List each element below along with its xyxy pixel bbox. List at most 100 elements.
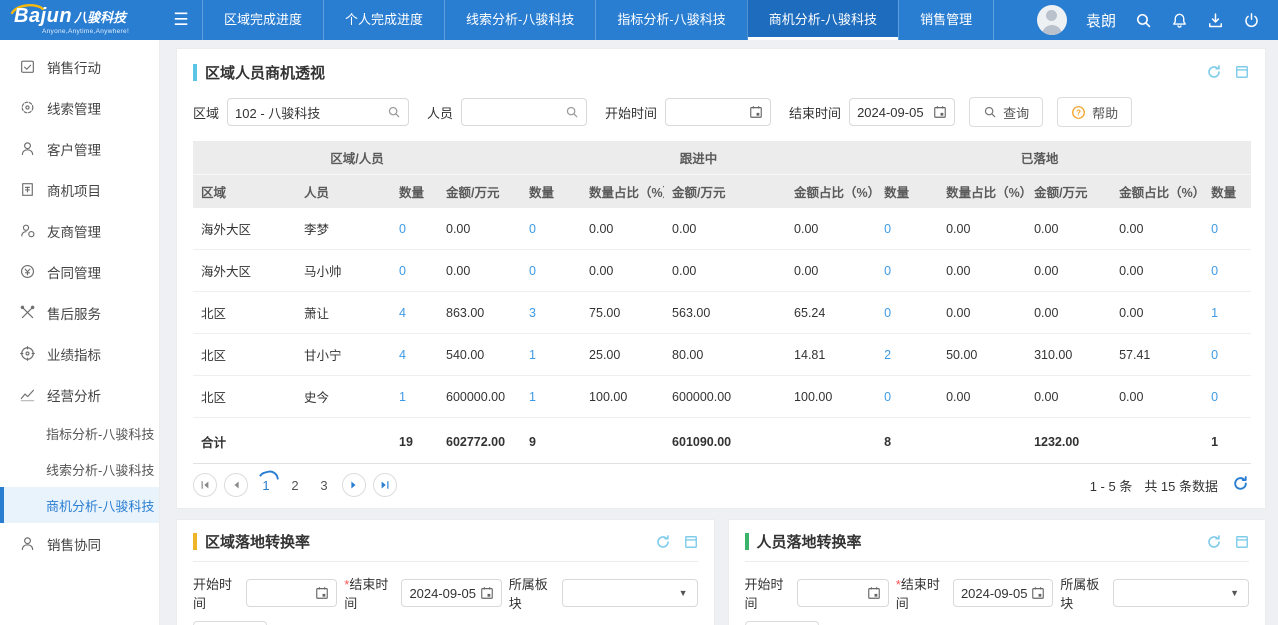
start-date-field[interactable]	[805, 586, 863, 601]
calendar-icon[interactable]	[933, 105, 947, 119]
end-date-input[interactable]	[401, 579, 501, 607]
tab-线索分析-八骏科技[interactable]: 线索分析-八骏科技	[444, 0, 595, 40]
calendar-icon[interactable]	[1031, 586, 1045, 600]
sidebar-item-售后服务[interactable]: 售后服务	[0, 292, 159, 333]
table-cell: 0.00	[438, 250, 521, 292]
count-link-cell[interactable]: 0	[391, 208, 438, 250]
sidebar-item-线索管理[interactable]: 线索管理	[0, 87, 159, 128]
next-page-button[interactable]	[342, 473, 366, 497]
start-date-field[interactable]	[254, 586, 312, 601]
search-icon[interactable]	[1135, 12, 1152, 29]
table-column-header: 金额/万元	[664, 175, 786, 209]
app-logo[interactable]: Bajun 八骏科技 Anyone,Anytime,Anywhere!	[0, 0, 160, 40]
count-link-cell[interactable]: 0	[521, 250, 581, 292]
count-link-cell[interactable]: 0	[1203, 376, 1251, 418]
calendar-icon[interactable]	[480, 586, 494, 600]
count-link-cell[interactable]: 3	[521, 292, 581, 334]
user-name[interactable]: 袁朗	[1086, 10, 1116, 31]
module-select[interactable]: ▼	[562, 579, 698, 607]
region-input[interactable]	[227, 98, 409, 126]
count-link-cell[interactable]: 0	[1203, 208, 1251, 250]
sidebar-subitem-商机分析-八骏科技[interactable]: 商机分析-八骏科技	[0, 487, 159, 523]
module-select[interactable]: ▼	[1113, 579, 1249, 607]
count-link-cell[interactable]: 1	[391, 376, 438, 418]
sidebar-item-商机项目[interactable]: 商机项目	[0, 169, 159, 210]
table-column-header: 金额/万元	[438, 175, 521, 209]
sidebar-item-销售行动[interactable]: 销售行动	[0, 46, 159, 87]
table-column-header: 金额占比（%）	[1111, 175, 1203, 209]
start-date-input[interactable]	[665, 98, 771, 126]
window-icon[interactable]	[684, 535, 698, 549]
start-date-input[interactable]	[797, 579, 889, 607]
sidebar-item-合同管理[interactable]: 合同管理	[0, 251, 159, 292]
count-link-cell[interactable]: 0	[876, 208, 938, 250]
power-icon[interactable]	[1243, 12, 1260, 29]
count-link-cell[interactable]: 0	[876, 376, 938, 418]
last-page-button[interactable]	[373, 473, 397, 497]
end-date-field[interactable]	[409, 586, 475, 601]
count-link-cell[interactable]: 4	[391, 292, 438, 334]
page-number-3[interactable]: 3	[313, 473, 335, 497]
table-column-header: 区域	[193, 175, 296, 209]
search-icon[interactable]	[565, 105, 579, 119]
refresh-icon[interactable]	[1206, 534, 1222, 550]
download-icon[interactable]	[1207, 12, 1224, 29]
table-cell: 540.00	[438, 334, 521, 376]
pagination: 123 1 - 5 条 共 15 条数据	[193, 473, 1249, 502]
window-icon[interactable]	[1235, 65, 1249, 79]
count-link-cell[interactable]: 2	[876, 334, 938, 376]
start-date-input[interactable]	[246, 579, 338, 607]
sidebar-item-客户管理[interactable]: 客户管理	[0, 128, 159, 169]
tab-区域完成进度[interactable]: 区域完成进度	[202, 0, 323, 40]
refresh-icon[interactable]	[655, 534, 671, 550]
start-date-field[interactable]	[673, 105, 745, 120]
prev-page-button[interactable]	[224, 473, 248, 497]
count-link-cell[interactable]: 1	[1203, 292, 1251, 334]
calendar-icon[interactable]	[749, 105, 763, 119]
sidebar-item-经营分析[interactable]: 经营分析	[0, 374, 159, 415]
refresh-icon[interactable]	[1206, 64, 1222, 80]
count-link-cell[interactable]: 1	[521, 334, 581, 376]
refresh-icon[interactable]	[1232, 475, 1249, 495]
count-link-cell[interactable]: 0	[876, 250, 938, 292]
end-date-field[interactable]	[961, 586, 1027, 601]
person-input-field[interactable]	[469, 105, 561, 120]
tab-销售管理[interactable]: 销售管理	[898, 0, 994, 40]
count-link-cell[interactable]: 0	[1203, 334, 1251, 376]
end-date-input[interactable]	[849, 98, 955, 126]
bell-icon[interactable]	[1171, 12, 1188, 29]
region-input-field[interactable]	[235, 105, 383, 120]
query-button[interactable]: 查询	[745, 621, 819, 625]
sidebar-item-业绩指标[interactable]: 业绩指标	[0, 333, 159, 374]
page-number-2[interactable]: 2	[284, 473, 306, 497]
sidebar-item-友商管理[interactable]: 友商管理	[0, 210, 159, 251]
table-cell: 100.00	[786, 376, 876, 418]
hamburger-icon[interactable]: ☰	[160, 0, 202, 40]
tab-指标分析-八骏科技[interactable]: 指标分析-八骏科技	[595, 0, 746, 40]
calendar-icon[interactable]	[315, 586, 329, 600]
end-date-field[interactable]	[857, 105, 929, 120]
tab-商机分析-八骏科技[interactable]: 商机分析-八骏科技	[747, 0, 898, 40]
end-date-input[interactable]	[953, 579, 1053, 607]
tab-个人完成进度[interactable]: 个人完成进度	[323, 0, 444, 40]
count-link-cell[interactable]: 0	[391, 250, 438, 292]
count-link-cell[interactable]: 4	[391, 334, 438, 376]
count-link-cell[interactable]: 0	[521, 208, 581, 250]
page-number-1[interactable]: 1	[255, 473, 277, 497]
first-page-button[interactable]	[193, 473, 217, 497]
query-button[interactable]: 查询	[193, 621, 267, 625]
sidebar: 销售行动线索管理客户管理商机项目友商管理合同管理售后服务业绩指标经营分析指标分析…	[0, 40, 160, 625]
avatar[interactable]	[1037, 5, 1067, 35]
search-icon[interactable]	[387, 105, 401, 119]
query-button[interactable]: 查询	[969, 97, 1043, 127]
sidebar-subitem-指标分析-八骏科技[interactable]: 指标分析-八骏科技	[0, 415, 159, 451]
count-link-cell[interactable]: 0	[1203, 250, 1251, 292]
person-input[interactable]	[461, 98, 587, 126]
sidebar-item-销售协同[interactable]: 销售协同	[0, 523, 159, 564]
window-icon[interactable]	[1235, 535, 1249, 549]
count-link-cell[interactable]: 0	[876, 292, 938, 334]
sidebar-subitem-线索分析-八骏科技[interactable]: 线索分析-八骏科技	[0, 451, 159, 487]
help-button[interactable]: ? 帮助	[1057, 97, 1132, 127]
count-link-cell[interactable]: 1	[521, 376, 581, 418]
calendar-icon[interactable]	[867, 586, 881, 600]
